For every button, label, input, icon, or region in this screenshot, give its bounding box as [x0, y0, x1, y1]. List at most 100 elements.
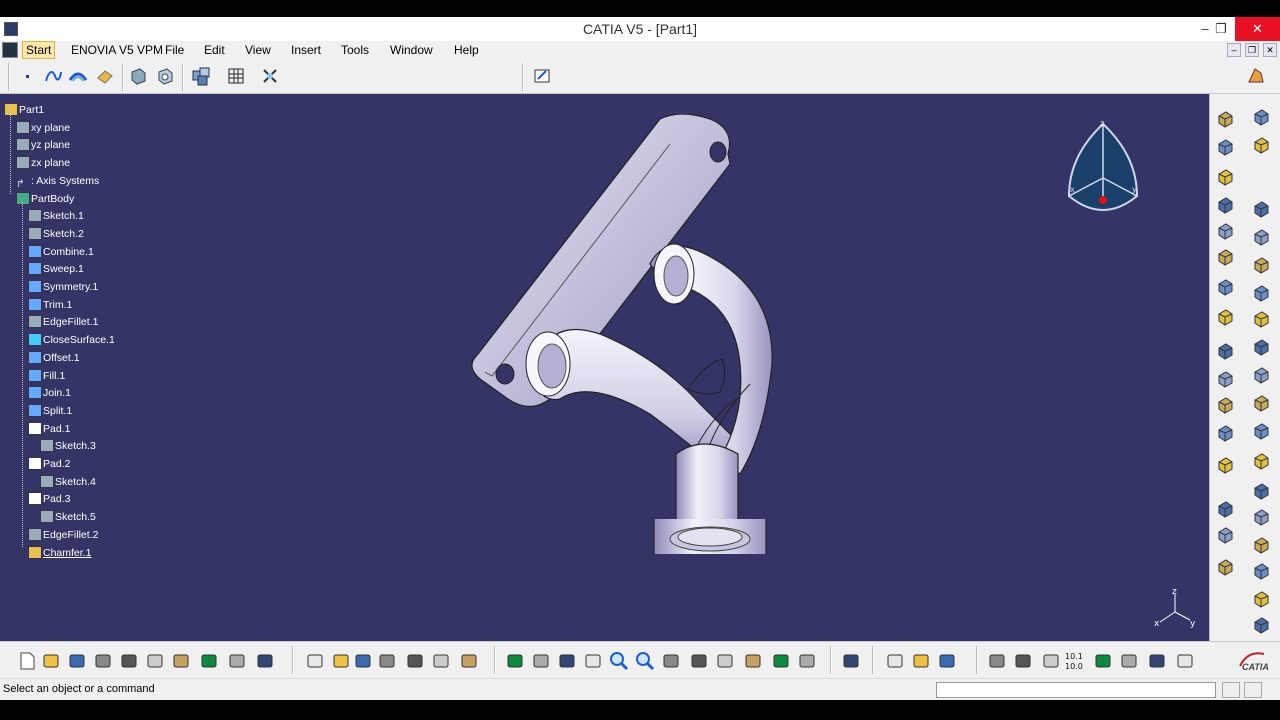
fit-all-icon[interactable]	[530, 650, 552, 672]
hide-show-icon[interactable]	[770, 650, 792, 672]
save-icon[interactable]	[66, 650, 88, 672]
menu-tools[interactable]: Tools	[341, 43, 369, 57]
compass-widget[interactable]: z x y	[1062, 116, 1144, 222]
doc-minimize-button[interactable]: –	[1227, 43, 1241, 57]
split-tool-icon[interactable]	[1250, 392, 1272, 414]
settings-icon[interactable]	[1250, 134, 1272, 156]
tree-node-pad-1[interactable]: Pad.1	[28, 421, 70, 437]
status-restore-button[interactable]	[1222, 682, 1240, 698]
deviation-icon[interactable]	[1118, 650, 1140, 672]
close-surface-tool-icon[interactable]	[1250, 450, 1272, 472]
point-icon[interactable]	[18, 66, 38, 86]
tree-node-zx-plane[interactable]: zx plane	[16, 155, 70, 171]
menu-insert[interactable]: Insert	[291, 43, 321, 57]
tree-node-symmetry-1[interactable]: Symmetry.1	[28, 279, 98, 295]
boolean-icon[interactable]	[1250, 506, 1272, 528]
menu-start[interactable]: Start	[22, 41, 56, 59]
pocket-icon[interactable]	[1214, 166, 1236, 188]
maximize-button[interactable]: ❐	[1206, 17, 1236, 41]
tree-node-combine-1[interactable]: Combine.1	[28, 244, 94, 260]
measure-item-icon[interactable]	[910, 650, 932, 672]
menu-window[interactable]: Window	[390, 43, 433, 57]
tree-node-split-1[interactable]: Split.1	[28, 403, 72, 419]
new-file-icon[interactable]	[16, 650, 38, 672]
tree-node-edgefillet-2[interactable]: EdgeFillet.2	[28, 527, 98, 543]
tree-node-partbody[interactable]: PartBody	[16, 191, 74, 207]
undo-icon[interactable]	[198, 650, 220, 672]
close-button[interactable]: ✕	[1235, 17, 1280, 41]
spline-icon[interactable]	[43, 66, 63, 86]
calculator-icon[interactable]: 10.1 10.0	[1064, 650, 1086, 672]
menu-file[interactable]: File	[165, 43, 184, 57]
tree-node-sweep-1[interactable]: Sweep.1	[28, 261, 84, 277]
select-cursor-icon[interactable]	[1250, 198, 1272, 220]
update-icon[interactable]	[986, 650, 1008, 672]
doc-close-button[interactable]: ✕	[1263, 43, 1277, 57]
measure-icon[interactable]	[1214, 498, 1236, 520]
product-icon[interactable]	[840, 650, 862, 672]
3d-viewport[interactable]: Part1 xy plane yz plane zx plane ↱: Axis Sys…	[0, 94, 1209, 641]
thickness-icon[interactable]	[1250, 336, 1272, 358]
tree-node-closesurface-1[interactable]: CloseSurface.1	[28, 332, 115, 348]
table-icon[interactable]	[376, 650, 398, 672]
tree-node-pad-2[interactable]: Pad.2	[28, 456, 70, 472]
shaft-icon[interactable]	[1214, 136, 1236, 158]
shading-icon[interactable]	[742, 650, 764, 672]
tools-icon[interactable]	[260, 66, 280, 86]
tree-node-pad-3[interactable]: Pad.3	[28, 491, 70, 507]
exhaust-manifold-model[interactable]	[460, 114, 790, 554]
multi-view-icon[interactable]	[688, 650, 710, 672]
menu-view[interactable]: View	[245, 43, 271, 57]
menu-enovia[interactable]: ENOVIA V5 VPM	[71, 43, 163, 57]
catalog-icon[interactable]	[430, 650, 452, 672]
sew-surface-icon[interactable]	[1250, 480, 1272, 502]
fillet-icon[interactable]	[1250, 226, 1272, 248]
doc-restore-button[interactable]: ❐	[1245, 43, 1259, 57]
copy-icon[interactable]	[144, 650, 166, 672]
remove-loft-icon[interactable]	[1214, 368, 1236, 390]
graph-tree-icon[interactable]	[404, 650, 426, 672]
pattern-icon[interactable]	[1214, 556, 1236, 578]
analysis-icon[interactable]	[1012, 650, 1034, 672]
stiffener-icon[interactable]	[1214, 306, 1236, 328]
surface-analysis-icon[interactable]	[1174, 650, 1196, 672]
intersect-icon[interactable]	[1250, 560, 1272, 582]
pad-tool-icon[interactable]	[1250, 614, 1272, 636]
status-close-button[interactable]	[1244, 682, 1262, 698]
shell-icon[interactable]	[1250, 308, 1272, 330]
tree-node-sketch-3[interactable]: Sketch.3	[40, 438, 96, 454]
spacer-icon[interactable]	[352, 650, 374, 672]
formula-icon[interactable]	[304, 650, 326, 672]
command-input[interactable]	[936, 682, 1216, 698]
tree-node-sketch-1[interactable]: Sketch.1	[28, 208, 84, 224]
cut-icon[interactable]	[118, 650, 140, 672]
swap-space-icon[interactable]	[796, 650, 818, 672]
hole-icon[interactable]	[1214, 220, 1236, 242]
thread-icon[interactable]	[1250, 364, 1272, 386]
zoom-out-icon[interactable]	[634, 650, 656, 672]
tree-node-edgefillet-1[interactable]: EdgeFillet.1	[28, 314, 98, 330]
fly-mode-icon[interactable]	[504, 650, 526, 672]
loft-icon[interactable]	[1214, 340, 1236, 362]
paste-icon[interactable]	[170, 650, 192, 672]
thick-surface-icon[interactable]	[1250, 420, 1272, 442]
apply-material-tool-icon[interactable]	[936, 650, 958, 672]
print-icon[interactable]	[92, 650, 114, 672]
axis-system-icon[interactable]	[1040, 650, 1062, 672]
assemble-icon[interactable]	[1250, 534, 1272, 556]
document-icon[interactable]	[2, 42, 18, 58]
tree-node-yz-plane[interactable]: yz plane	[16, 137, 70, 153]
tree-node-xy-plane[interactable]: xy plane	[16, 120, 70, 136]
pad-tool-icon[interactable]	[1214, 108, 1236, 130]
redo-icon[interactable]	[226, 650, 248, 672]
measure-between-icon[interactable]	[884, 650, 906, 672]
tree-node-sketch-4[interactable]: Sketch.4	[40, 474, 96, 490]
remove-lump-icon[interactable]	[1250, 588, 1272, 610]
workbench-icon[interactable]	[1245, 66, 1265, 86]
apply-material-icon[interactable]	[1214, 524, 1236, 546]
tree-node-sketch-2[interactable]: Sketch.2	[28, 226, 84, 242]
tree-node-sketch-5[interactable]: Sketch.5	[40, 509, 96, 525]
point-tool-icon[interactable]	[1214, 394, 1236, 416]
zoom-in-icon[interactable]	[608, 650, 630, 672]
transform-icon[interactable]	[1250, 106, 1272, 128]
